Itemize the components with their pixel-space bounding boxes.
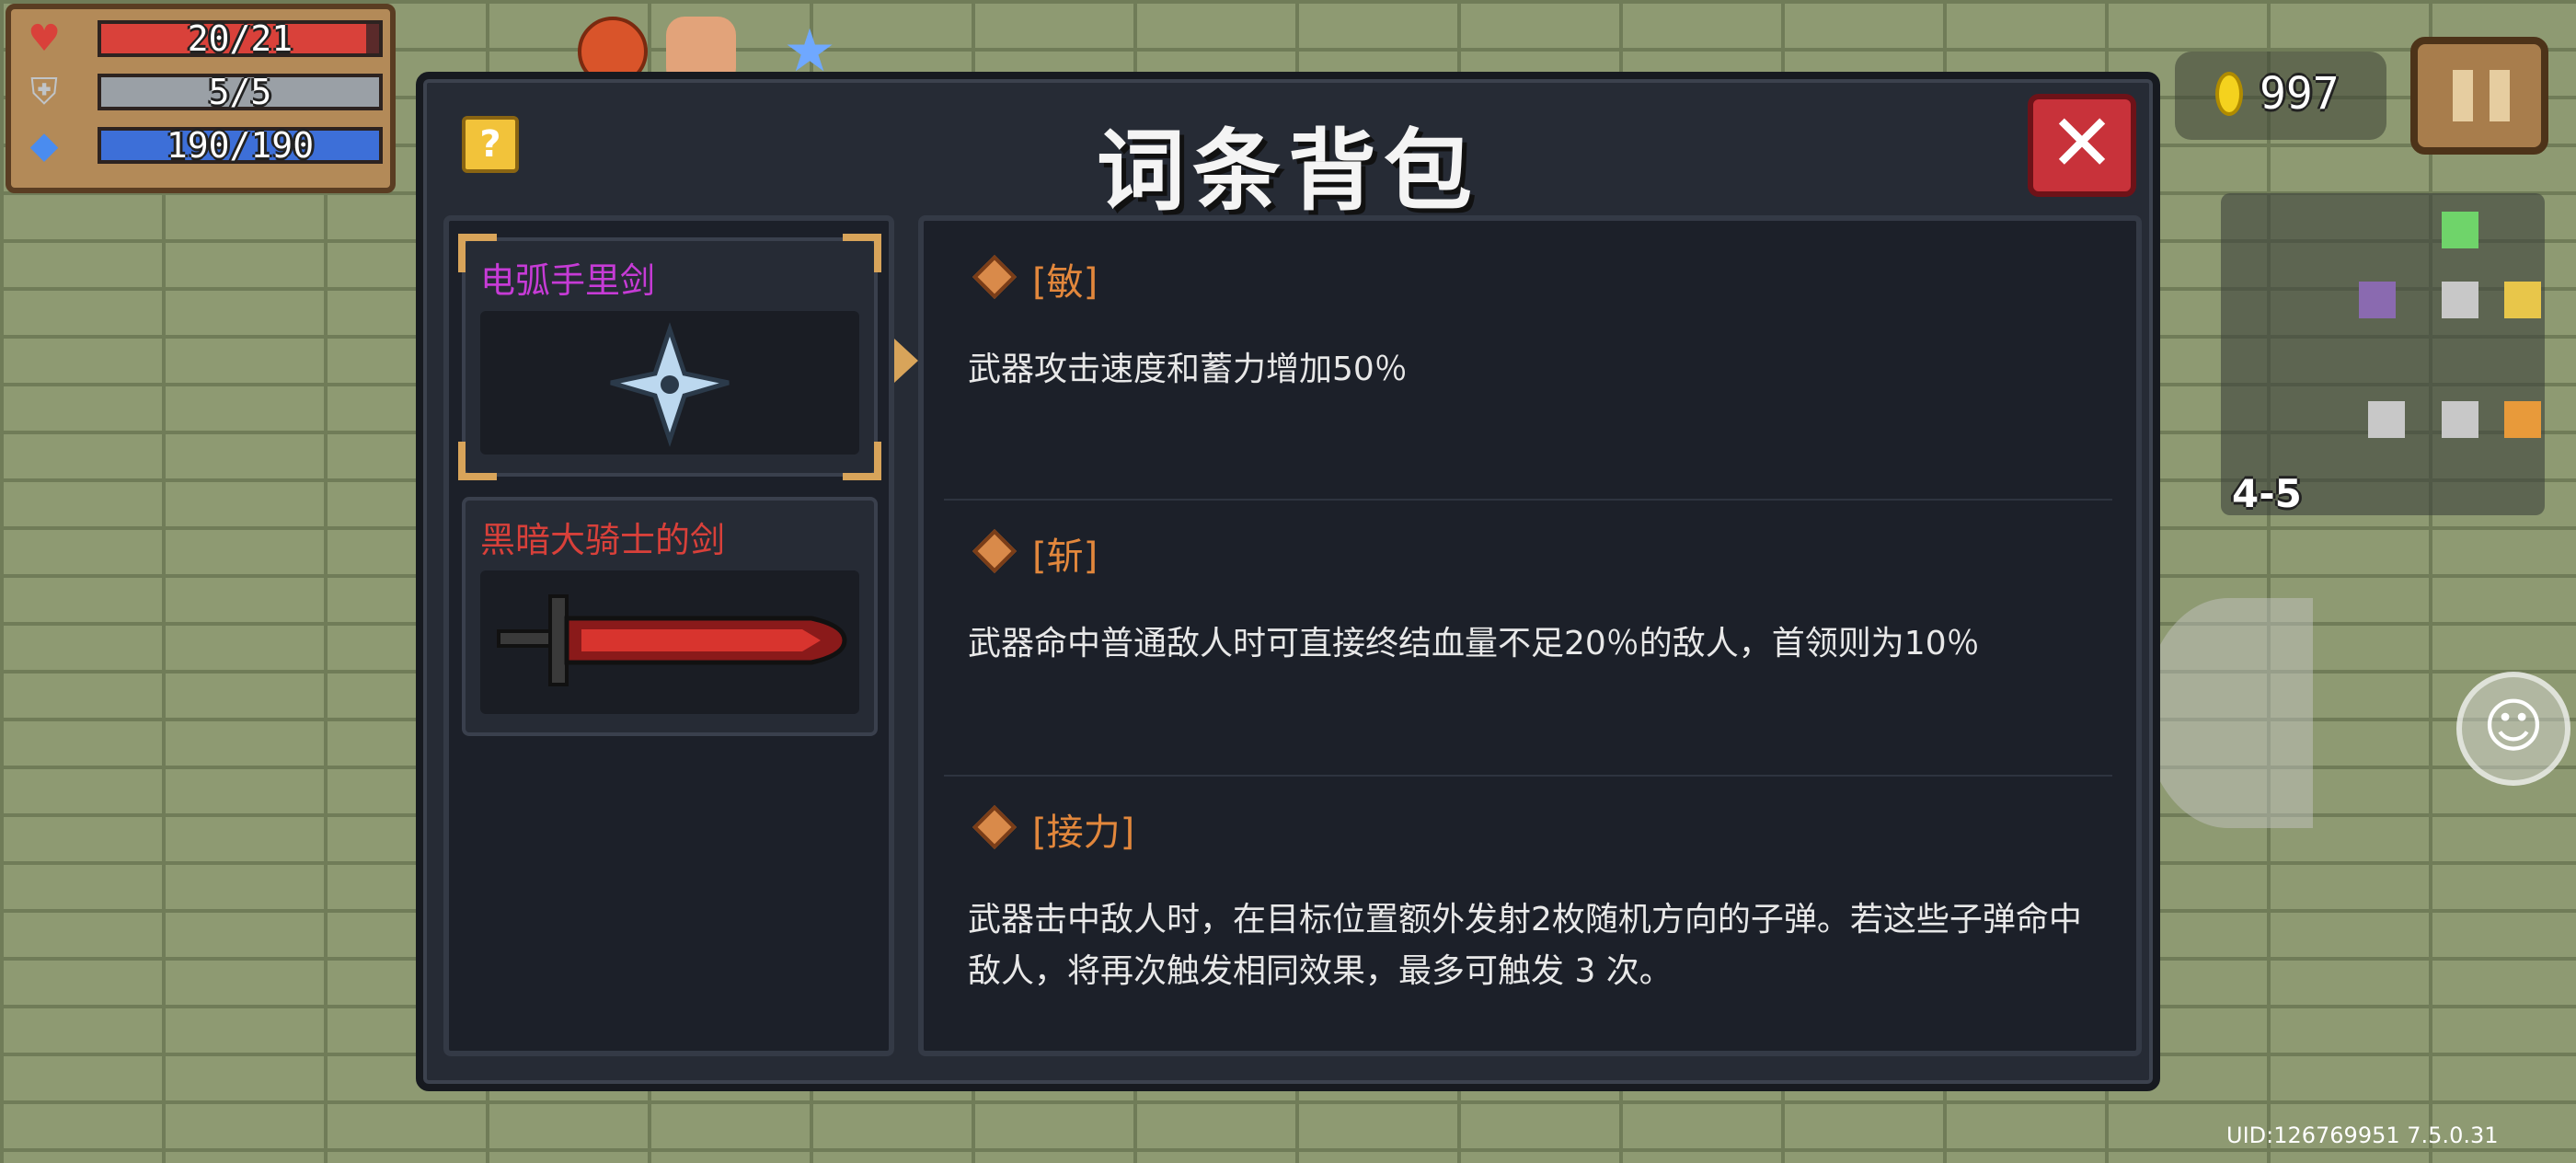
selection-corner — [843, 234, 881, 272]
dark-sword-icon — [497, 594, 847, 686]
hp-text: 20/21 — [187, 18, 293, 59]
coin-counter: 997 — [2175, 52, 2386, 140]
affix-name: [接力] — [1032, 812, 1135, 854]
affix-name: [敏] — [1032, 261, 1098, 304]
affix-list: [敏] 武器攻击速度和蓄力增加50％ [斩] 武器命中普通敌人时可直接终结血量不… — [918, 215, 2142, 1056]
minimap-room — [2442, 282, 2478, 318]
coin-count: 997 — [2260, 68, 2340, 120]
weapon-name: 黑暗大骑士的剑 — [480, 520, 726, 560]
minimap-room — [2442, 401, 2478, 438]
divider — [944, 499, 2112, 501]
affix-name: [斩] — [1032, 535, 1098, 578]
uid-label: UID:126769951 7.5.0.31 — [2226, 1123, 2499, 1148]
close-button[interactable]: ✕ — [2028, 94, 2136, 197]
affix-gem-icon — [972, 528, 1018, 574]
minimap-room-chest — [2504, 401, 2541, 438]
shield-icon: ⛨ — [30, 71, 58, 113]
affix-gem-icon — [972, 804, 1018, 850]
weapon-card-arc-shuriken[interactable]: 电弧手里剑 — [458, 234, 881, 480]
modal-title: 词条背包 — [1097, 120, 1479, 223]
weapon-image — [480, 570, 859, 714]
emote-button[interactable]: ☺ — [2456, 672, 2570, 786]
energy-row: ◆ 190/190 — [24, 123, 383, 166]
selection-corner — [458, 442, 497, 480]
selection-arrow — [894, 339, 918, 383]
smile-icon: ☺ — [2482, 693, 2545, 761]
player-stats-panel: ♥ 20/21 ⛨ 5/5 ◆ 190/190 — [6, 4, 396, 193]
weapon-card-dark-knight-sword[interactable]: 黑暗大骑士的剑 — [462, 497, 878, 736]
level-indicator: 4-5 — [2232, 471, 2302, 516]
selection-corner — [843, 442, 881, 480]
armor-text: 5/5 — [208, 72, 272, 112]
affix-bag-modal: ? 词条背包 ✕ 电弧手里剑 黑暗大骑士的剑 [敏] 武器攻击速度和蓄力增加50… — [416, 72, 2160, 1091]
weapon-name: 电弧手里剑 — [480, 260, 656, 301]
hp-row: ♥ 20/21 — [24, 17, 383, 59]
selection-corner — [458, 234, 497, 272]
energy-diamond-icon: ◆ — [29, 124, 59, 167]
shuriken-icon — [610, 322, 730, 447]
coin-icon — [2215, 72, 2243, 116]
pause-button[interactable] — [2410, 37, 2548, 155]
minimap-room-start — [2359, 282, 2396, 318]
weapon-image — [480, 311, 859, 455]
divider — [944, 775, 2112, 777]
minimap-room-exit — [2442, 212, 2478, 248]
minimap-room — [2368, 401, 2405, 438]
heart-icon: ♥ — [28, 17, 61, 60]
minimap-room-event — [2504, 282, 2541, 318]
minimap[interactable] — [2221, 193, 2545, 515]
affix-description: 武器攻击速度和蓄力增加50％ — [968, 351, 1408, 388]
affix-description: 武器击中敌人时，在目标位置额外发射2枚随机方向的子弹。若这些子弹命中敌人，将再次… — [968, 901, 2082, 990]
weapon-list: 电弧手里剑 黑暗大骑士的剑 — [443, 215, 894, 1056]
energy-text: 190/190 — [166, 125, 315, 166]
attack-button[interactable] — [2144, 598, 2313, 828]
affix-description: 武器命中普通敌人时可直接终结血量不足20％的敌人，首领则为10％ — [968, 625, 1980, 662]
armor-row: ⛨ 5/5 — [24, 70, 383, 112]
affix-gem-icon — [972, 254, 1018, 300]
